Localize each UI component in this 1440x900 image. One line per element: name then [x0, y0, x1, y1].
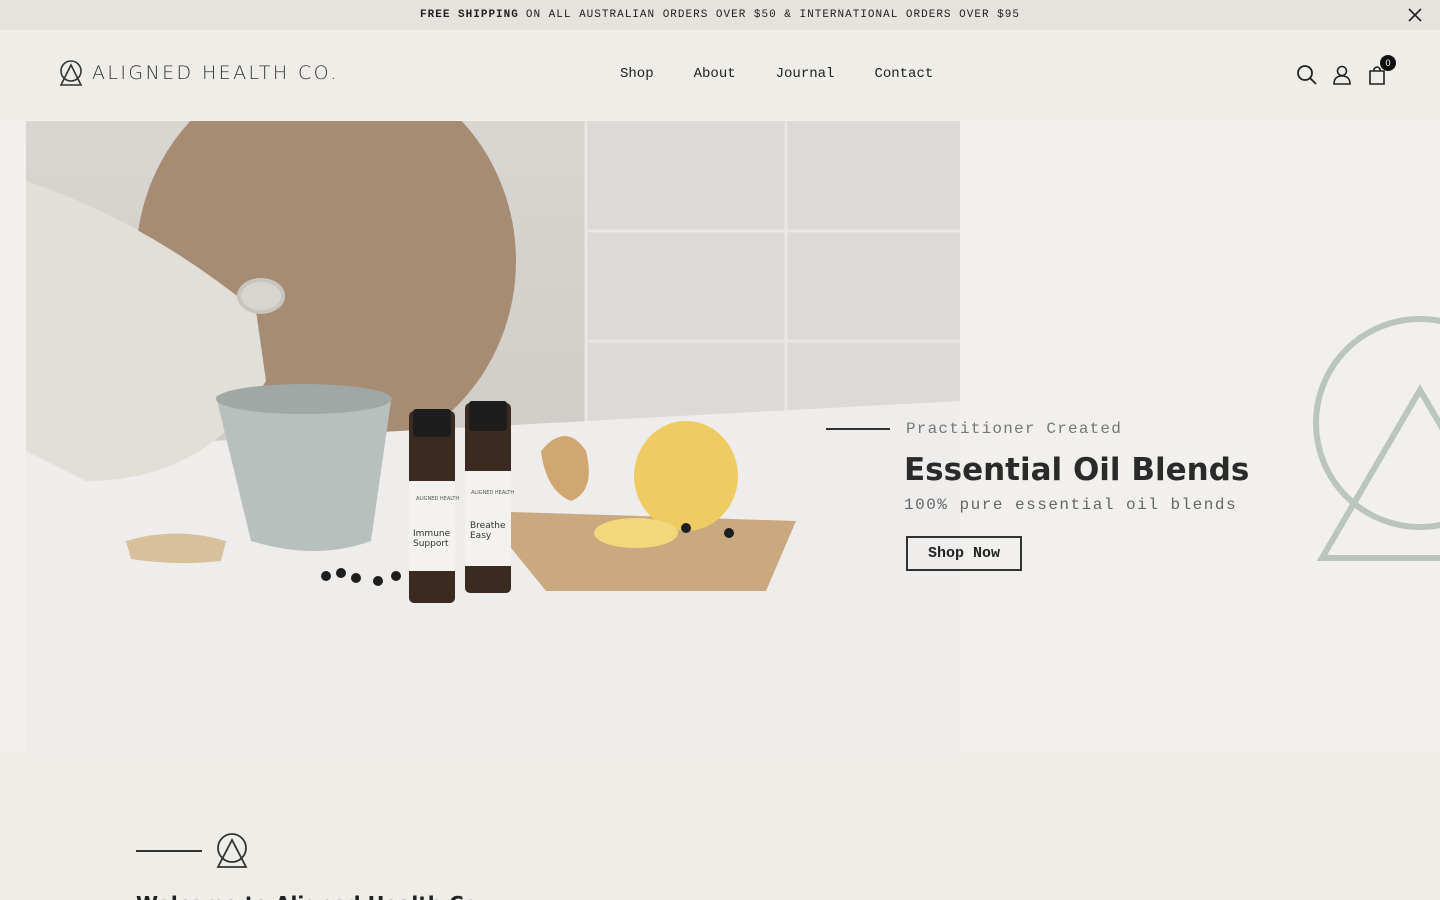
bottle-brand-2: ALIGNED HEALTH [471, 490, 514, 496]
welcome-title: Welcome to Aligned Health Co. [136, 892, 485, 900]
bottle-brand-1: ALIGNED HEALTH [416, 496, 459, 502]
nav-about[interactable]: About [694, 66, 736, 82]
hero-content: Practitioner Created Essential Oil Blend… [826, 420, 1249, 571]
bottle-name-1a: Immune [413, 529, 451, 539]
hero-illustration: ALIGNED HEALTH Immune Support ALIGNED HE… [26, 121, 960, 758]
announcement-bar: FREE SHIPPING ON ALL AUSTRALIAN ORDERS O… [0, 0, 1440, 30]
logo-text: ALIGNED HEALTH CO. [92, 62, 339, 84]
search-icon[interactable] [1296, 64, 1318, 86]
hero-image: ALIGNED HEALTH Immune Support ALIGNED HE… [26, 121, 960, 758]
eyebrow-divider [826, 428, 890, 430]
header-icons: 0 [1296, 55, 1396, 86]
shop-now-button[interactable]: Shop Now [906, 536, 1023, 571]
bottle-name-2a: Breathe [470, 521, 506, 531]
bottle-name-2b: Easy [470, 531, 492, 541]
brand-mark-icon [1313, 316, 1440, 561]
nav-shop[interactable]: Shop [620, 66, 654, 82]
site-logo[interactable]: ALIGNED HEALTH CO. [58, 59, 339, 87]
cart-count-badge: 0 [1380, 55, 1396, 71]
logo-mark-icon [59, 60, 83, 86]
account-icon[interactable] [1331, 64, 1353, 86]
close-icon[interactable] [1406, 6, 1424, 24]
hero-eyebrow-text: Practitioner Created [906, 420, 1123, 438]
cart-button[interactable]: 0 [1366, 55, 1396, 86]
logo-mark-icon [216, 833, 248, 868]
welcome-divider-row [136, 832, 485, 870]
site-header: ALIGNED HEALTH CO. Shop About Journal Co… [0, 30, 1440, 120]
welcome-divider [136, 850, 202, 852]
announcement-bold: FREE SHIPPING [420, 9, 519, 21]
bottle-name-1b: Support [413, 539, 449, 549]
hero-subtitle: 100% pure essential oil blends [904, 496, 1238, 514]
hero-section: ALIGNED HEALTH Immune Support ALIGNED HE… [0, 120, 1440, 758]
nav-journal[interactable]: Journal [776, 66, 835, 82]
nav-contact[interactable]: Contact [874, 66, 933, 82]
main-nav: Shop About Journal Contact [620, 66, 933, 82]
welcome-section: Welcome to Aligned Health Co. [136, 832, 485, 900]
hero-eyebrow: Practitioner Created [826, 420, 1249, 438]
hero-title: Essential Oil Blends [904, 452, 1250, 488]
announcement-text: ON ALL AUSTRALIAN ORDERS OVER $50 & INTE… [525, 9, 1020, 21]
